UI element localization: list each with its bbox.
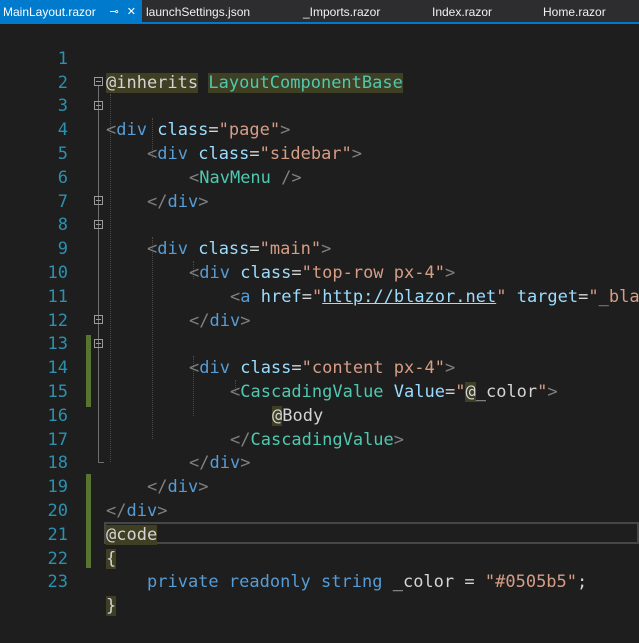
code-line: 23 } <box>0 548 639 617</box>
pin-icon[interactable]: ⊸ <box>107 0 121 24</box>
close-icon[interactable]: ✕ <box>124 0 138 24</box>
keyword: private <box>147 572 219 593</box>
tab-label: Index.razor <box>432 5 493 19</box>
line-number: 23 <box>47 572 68 593</box>
code-line: 17 </div> <box>0 405 639 474</box>
code-line: 15 @Body <box>0 357 639 426</box>
code-line: 16 </CascadingValue> <box>0 381 639 450</box>
code-line: 13 <div class="content px-4"> <box>0 310 639 378</box>
code-line: 9 <div class="top-row px-4"> <box>0 214 639 283</box>
tab-label: _Imports.razor <box>303 5 381 19</box>
code-line: 6 </div> <box>0 143 639 212</box>
document-tab-strip: MainLayout.razor ⊸ ✕ launchSettings.json… <box>0 0 639 24</box>
code-line: 8 <div class="main"> <box>0 191 639 259</box>
keyword: string <box>321 572 383 593</box>
tab-label: launchSettings.json <box>146 5 251 19</box>
tab-mainlayout-razor[interactable]: MainLayout.razor ⊸ ✕ <box>0 0 142 24</box>
code-line: 14 <CascadingValue Value="@_color"> <box>0 333 639 402</box>
code-line: 7 <box>0 167 639 212</box>
code-line: 4 <div class="sidebar"> <box>0 95 639 164</box>
tab-imports-razor[interactable]: _Imports.razor <box>300 0 420 24</box>
code-line: 3 <div class="page"> <box>0 72 639 140</box>
code-line: 11 </div> <box>0 262 639 331</box>
semicolon: ; <box>577 572 588 593</box>
keyword: readonly <box>228 572 311 593</box>
code-line: 12 <box>0 286 639 331</box>
brace: } <box>106 596 117 617</box>
operator: = <box>464 572 475 593</box>
tab-label: MainLayout.razor <box>3 5 96 19</box>
code-line: 18 </div> <box>0 429 639 497</box>
identifier: _color <box>392 572 455 593</box>
code-line: 1 @inherits LayoutComponentBase <box>0 24 639 93</box>
tab-label: Home.razor <box>543 5 606 19</box>
code-editor[interactable]: 1 @inherits LayoutComponentBase 2 3 <div… <box>0 24 639 617</box>
code-line: 22 private readonly string _color = "#05… <box>0 524 639 593</box>
tab-launchsettings-json[interactable]: launchSettings.json <box>143 0 293 24</box>
code-line: 20 @code <box>0 476 639 545</box>
code-line: 10 <a href="http://blazor.net" target="_… <box>0 238 639 307</box>
tab-home-razor[interactable]: Home.razor <box>540 0 639 24</box>
code-line: 19 </div> <box>0 452 639 521</box>
tab-index-razor[interactable]: Index.razor <box>429 0 529 24</box>
code-line: 2 <box>0 48 639 93</box>
code-line: 5 <NavMenu /> <box>0 119 639 188</box>
code-line: 21 { <box>0 500 639 569</box>
string-literal: "#0505b5" <box>484 572 578 593</box>
